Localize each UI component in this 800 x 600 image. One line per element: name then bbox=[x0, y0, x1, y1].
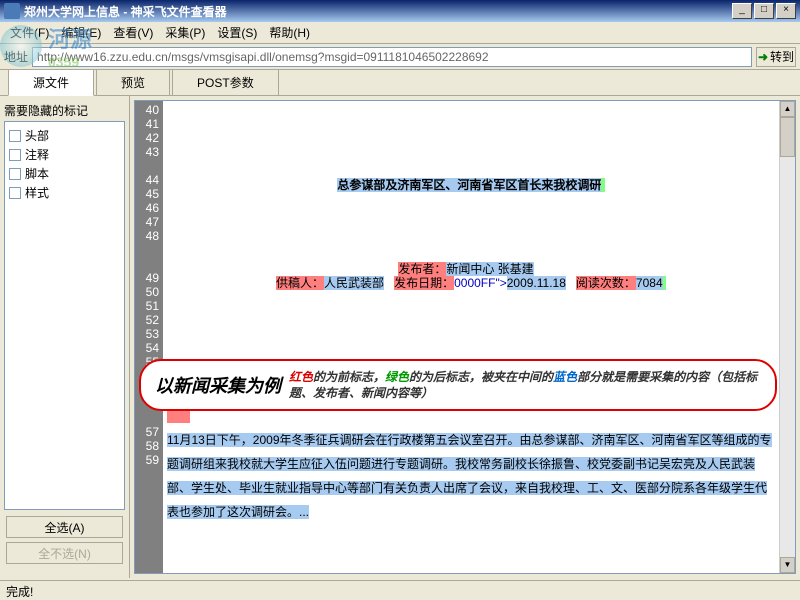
window-buttons: _ □ × bbox=[732, 3, 796, 19]
checkbox-icon[interactable] bbox=[9, 187, 21, 199]
address-bar: 地址 ➜转到 bbox=[0, 44, 800, 70]
list-item[interactable]: 样式 bbox=[9, 183, 120, 202]
main-row: 需要隐藏的标记 头部 注释 脚本 样式 全选(A) 全不选(N) 4041424… bbox=[0, 96, 800, 578]
scroll-thumb[interactable] bbox=[780, 117, 795, 157]
app-icon bbox=[4, 3, 20, 19]
address-input[interactable] bbox=[32, 47, 752, 67]
menu-edit[interactable]: 编辑(E) bbox=[55, 22, 107, 43]
select-all-button[interactable]: 全选(A) bbox=[6, 516, 123, 538]
titlebar: 郑州大学网上信息 - 神采飞文件查看器 _ □ × bbox=[0, 0, 800, 22]
item-label: 样式 bbox=[25, 184, 49, 201]
code-pane: 40414243 4445464748 4950515253545556 575… bbox=[134, 100, 796, 574]
scroll-up-icon[interactable]: ▲ bbox=[780, 101, 795, 117]
tab-bar: 源文件 预览 POST参数 bbox=[0, 70, 800, 96]
side-buttons: 全选(A) 全不选(N) bbox=[4, 510, 125, 574]
checkbox-icon[interactable] bbox=[9, 130, 21, 142]
close-button[interactable]: × bbox=[776, 3, 796, 19]
go-button[interactable]: ➜转到 bbox=[756, 47, 796, 67]
item-label: 头部 bbox=[25, 127, 49, 144]
tab-post[interactable]: POST参数 bbox=[172, 69, 279, 95]
code-content[interactable]: 总参谋部及济南军区、河南省军区首长来我校调研 发布者：新闻中心 张基建 供稿人：… bbox=[163, 101, 779, 573]
select-none-button[interactable]: 全不选(N) bbox=[6, 542, 123, 564]
checkbox-icon[interactable] bbox=[9, 168, 21, 180]
list-item[interactable]: 头部 bbox=[9, 126, 120, 145]
tab-preview[interactable]: 预览 bbox=[96, 69, 170, 95]
go-label: 转到 bbox=[770, 48, 794, 65]
menu-help[interactable]: 帮助(H) bbox=[263, 22, 316, 43]
hide-tags-list: 头部 注释 脚本 样式 bbox=[4, 121, 125, 510]
list-item[interactable]: 注释 bbox=[9, 145, 120, 164]
item-label: 注释 bbox=[25, 146, 49, 163]
callout-title: 以新闻采集为例 bbox=[155, 372, 281, 398]
annotation-callout: 以新闻采集为例 红色的为前标志，绿色的为后标志，被夹在中间的蓝色部分就是需要采集… bbox=[139, 359, 777, 411]
go-arrow-icon: ➜ bbox=[758, 50, 768, 64]
item-label: 脚本 bbox=[25, 165, 49, 182]
menu-settings[interactable]: 设置(S) bbox=[211, 22, 263, 43]
list-item[interactable]: 脚本 bbox=[9, 164, 120, 183]
status-text: 完成! bbox=[6, 585, 33, 599]
window-title: 郑州大学网上信息 - 神采飞文件查看器 bbox=[24, 3, 732, 20]
menubar: 文件(F) 编辑(E) 查看(V) 采集(P) 设置(S) 帮助(H) bbox=[0, 22, 800, 44]
status-bar: 完成! bbox=[0, 580, 800, 600]
tab-source[interactable]: 源文件 bbox=[8, 69, 94, 96]
minimize-button[interactable]: _ bbox=[732, 3, 752, 19]
scroll-down-icon[interactable]: ▼ bbox=[780, 557, 795, 573]
checkbox-icon[interactable] bbox=[9, 149, 21, 161]
maximize-button[interactable]: □ bbox=[754, 3, 774, 19]
address-label: 地址 bbox=[4, 48, 28, 65]
menu-view[interactable]: 查看(V) bbox=[107, 22, 159, 43]
side-pane: 需要隐藏的标记 头部 注释 脚本 样式 全选(A) 全不选(N) bbox=[0, 96, 130, 578]
side-label: 需要隐藏的标记 bbox=[4, 100, 125, 121]
vertical-scrollbar[interactable]: ▲ ▼ bbox=[779, 101, 795, 573]
callout-desc: 红色的为前标志，绿色的为后标志，被夹在中间的蓝色部分就是需要采集的内容（包括标题… bbox=[289, 369, 761, 401]
menu-collect[interactable]: 采集(P) bbox=[159, 22, 211, 43]
line-gutter: 40414243 4445464748 4950515253545556 575… bbox=[135, 101, 163, 573]
menu-file[interactable]: 文件(F) bbox=[4, 22, 55, 43]
